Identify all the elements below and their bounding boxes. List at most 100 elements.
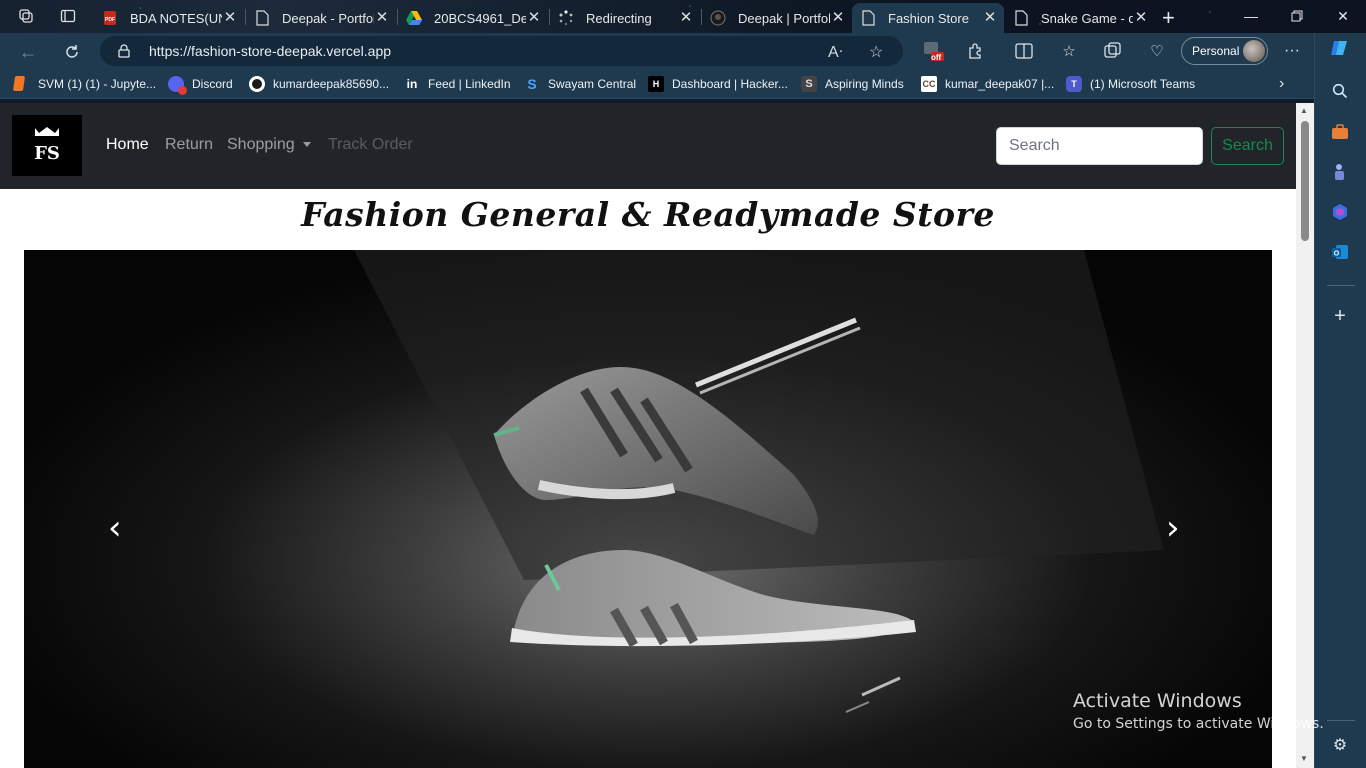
favorite-codechef[interactable]: CC kumar_deepak07 |...	[921, 76, 1054, 92]
tab-snake-game[interactable]: Snake Game - d ✕	[1005, 3, 1155, 33]
loading-icon	[558, 10, 574, 26]
carousel-prev-button[interactable]: ‹	[108, 508, 122, 548]
close-tab-icon[interactable]: ✕	[678, 10, 694, 26]
site-navbar: FS Home Return Shopping Track Order Sear…	[0, 103, 1296, 189]
scroll-up-icon[interactable]: ▲	[1300, 106, 1308, 115]
close-tab-icon[interactable]: ✕	[830, 10, 846, 26]
scrollbar-thumb[interactable]	[1301, 121, 1309, 241]
brand-logo[interactable]: FS	[12, 115, 82, 176]
minimize-icon[interactable]: —	[1228, 4, 1274, 28]
browser-essentials-icon[interactable]: ♡	[1146, 40, 1168, 62]
tab-title: Fashion Store	[888, 10, 969, 26]
google-drive-icon	[406, 10, 422, 26]
nav-shopping-label: Shopping	[227, 136, 295, 153]
search-icon[interactable]	[1330, 81, 1350, 101]
tab-title: Redirecting	[586, 10, 652, 26]
pdf-icon: PDF	[102, 10, 118, 26]
carousel-next-button[interactable]: ›	[1166, 508, 1180, 548]
tab-bda-notes[interactable]: PDF BDA NOTES(UNI ✕	[94, 3, 244, 33]
tab-redirecting[interactable]: Redirecting ✕	[550, 3, 700, 33]
favorite-discord[interactable]: Discord	[168, 76, 233, 95]
url-text[interactable]: https://fashion-store-deepak.vercel.app	[149, 43, 391, 59]
favorite-jupyter[interactable]: SVM (1) (1) - Jupyte...	[12, 76, 156, 91]
sidebar-divider	[1327, 285, 1355, 286]
favorite-aspiring-minds[interactable]: S Aspiring Minds	[801, 76, 904, 92]
favorite-swayam[interactable]: S Swayam Central	[524, 76, 636, 92]
address-bar[interactable]: https://fashion-store-deepak.vercel.app …	[100, 36, 903, 66]
settings-gear-icon[interactable]: ⚙	[1330, 735, 1350, 755]
split-screen-icon[interactable]	[1013, 40, 1035, 62]
extension-badge: off	[931, 53, 942, 62]
close-window-icon[interactable]: ✕	[1320, 4, 1366, 28]
search-input[interactable]	[996, 127, 1203, 165]
more-menu-icon[interactable]: ···	[1281, 40, 1303, 62]
svg-text:O: O	[1334, 251, 1340, 258]
close-tab-icon[interactable]: ✕	[526, 10, 542, 26]
aspiring-minds-icon: S	[801, 76, 817, 92]
hackerrank-icon: H	[648, 76, 664, 92]
svg-text:PDF: PDF	[105, 17, 115, 23]
brand-text: FS	[34, 143, 60, 164]
games-icon[interactable]	[1330, 162, 1350, 182]
favorite-linkedin[interactable]: in Feed | LinkedIn	[404, 76, 511, 92]
favorite-hackerrank[interactable]: H Dashboard | Hacker...	[648, 76, 788, 92]
codechef-icon: CC	[921, 76, 937, 92]
favorites-icon[interactable]: ☆	[1058, 40, 1080, 62]
extensions-icon[interactable]	[965, 40, 987, 62]
favorite-star-icon[interactable]: ☆	[869, 42, 883, 62]
favorite-github[interactable]: kumardeepak85690...	[249, 76, 389, 92]
close-tab-icon[interactable]: ✕	[982, 10, 998, 26]
sidebar-divider	[1327, 720, 1355, 721]
linkedin-icon: in	[404, 76, 420, 92]
collections-icon[interactable]	[1102, 40, 1124, 62]
tab-fashion-store[interactable]: Fashion Store ✕	[852, 3, 1004, 33]
read-aloud-icon[interactable]: Aᐧ	[828, 42, 843, 62]
restore-icon[interactable]	[1274, 4, 1320, 28]
outlook-icon[interactable]: O	[1330, 242, 1350, 262]
lock-icon[interactable]	[118, 44, 132, 58]
add-icon[interactable]: +	[1330, 305, 1350, 327]
chevron-right-icon[interactable]: ›	[1279, 75, 1284, 93]
tools-icon[interactable]	[1330, 122, 1350, 142]
nav-shopping-dropdown[interactable]: Shopping	[227, 136, 311, 154]
profile-button[interactable]: Personal	[1181, 37, 1268, 65]
close-tab-icon[interactable]: ✕	[222, 10, 238, 26]
nav-home-link[interactable]: Home	[106, 136, 149, 154]
page-scrollbar[interactable]: ▲ ▼	[1296, 103, 1314, 768]
search-button[interactable]: Search	[1211, 127, 1284, 165]
tab-title: Deepak | Portfoli	[738, 10, 830, 26]
tab-google-drive[interactable]: 20BCS4961_Dee ✕	[398, 3, 548, 33]
activate-windows-watermark: Activate Windows Go to Settings to activ…	[1073, 690, 1324, 732]
refresh-icon[interactable]	[61, 41, 83, 63]
github-icon	[710, 10, 726, 26]
swayam-icon: S	[527, 76, 537, 92]
copilot-icon[interactable]	[1330, 38, 1350, 58]
tab-actions-icon[interactable]	[59, 7, 77, 25]
jupyter-icon	[12, 76, 26, 91]
activate-windows-subtitle: Go to Settings to activate Windows.	[1073, 716, 1324, 732]
edge-sidebar: O + ⚙	[1314, 33, 1366, 768]
browser-tab-strip: PDF BDA NOTES(UNI ✕ Deepak - Portfol ✕ 2…	[0, 0, 1366, 33]
workspaces-icon[interactable]	[17, 7, 35, 25]
new-tab-icon[interactable]: +	[1162, 5, 1175, 31]
github-icon	[249, 76, 265, 92]
nav-return-link[interactable]: Return	[165, 136, 213, 154]
close-tab-icon[interactable]: ✕	[1133, 10, 1149, 26]
tab-deepak-portfolio-github[interactable]: Deepak | Portfoli ✕	[702, 3, 852, 33]
avatar	[1243, 40, 1265, 62]
microsoft-365-icon[interactable]	[1330, 202, 1350, 222]
web-page: FS Home Return Shopping Track Order Sear…	[0, 103, 1296, 768]
discord-icon	[168, 76, 187, 95]
back-icon[interactable]: ←	[17, 41, 39, 63]
page-icon	[254, 10, 270, 26]
caret-down-icon	[302, 142, 311, 148]
activate-windows-title: Activate Windows	[1073, 690, 1242, 712]
page-icon	[1013, 10, 1029, 26]
favorite-teams[interactable]: T (1) Microsoft Teams	[1066, 76, 1195, 92]
tab-title: 20BCS4961_Dee	[434, 10, 526, 26]
tab-title: Deepak - Portfol	[282, 10, 374, 26]
scroll-down-icon[interactable]: ▼	[1300, 754, 1308, 763]
favorites-bar: SVM (1) (1) - Jupyte... Discord kumardee…	[0, 69, 1314, 99]
tab-deepak-portfolio[interactable]: Deepak - Portfol ✕	[246, 3, 396, 33]
close-tab-icon[interactable]: ✕	[374, 10, 390, 26]
